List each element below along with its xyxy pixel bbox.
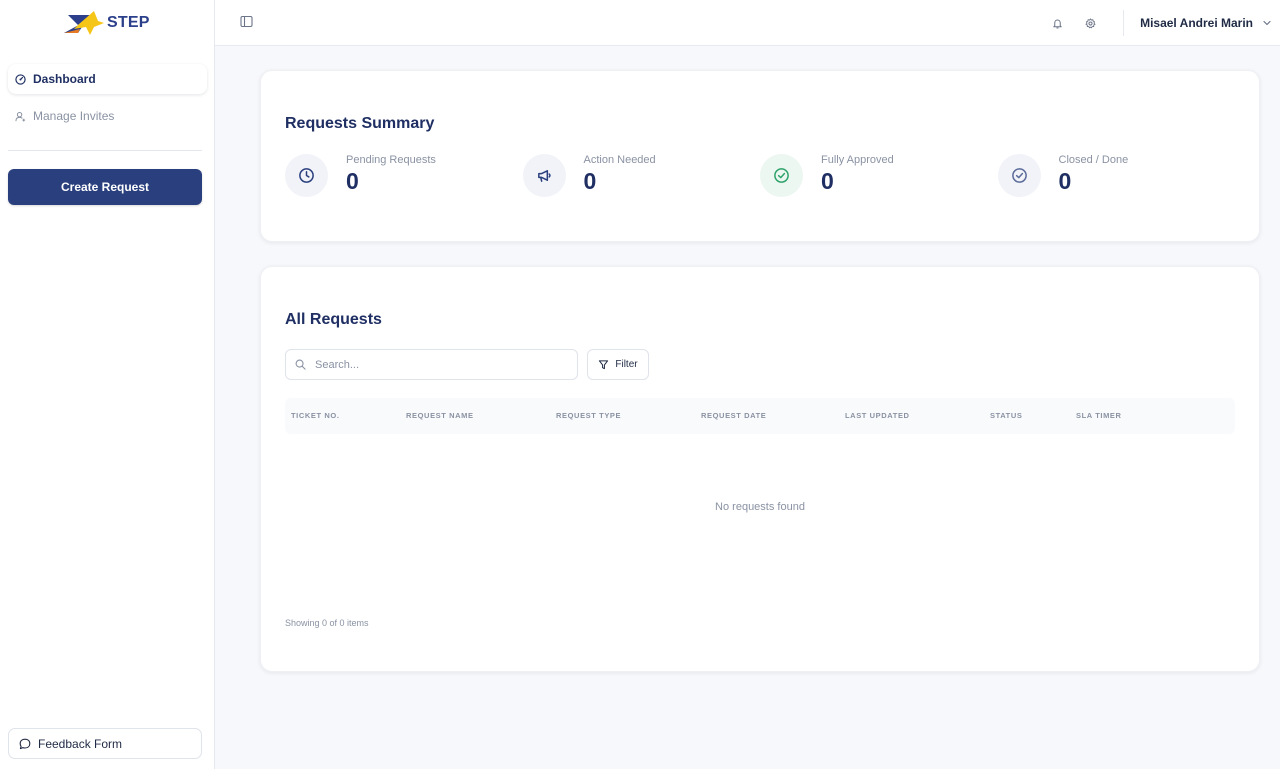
stat-action-needed: Action Needed 0 [522,154,761,197]
search-input[interactable] [315,358,555,371]
column-header-ticket-no[interactable]: TICKET NO. [291,411,340,420]
search-box [285,349,578,380]
feedback-form-button[interactable]: Feedback Form [8,728,202,759]
requests-table-header: TICKET NO. REQUEST NAME REQUEST TYPE REQ… [285,398,1235,434]
column-header-request-date[interactable]: REQUEST DATE [701,411,766,420]
main-area: Misael Andrei Marin Requests Summary Pen… [215,0,1280,769]
stat-label: Fully Approved [821,154,894,166]
stat-value: 0 [346,168,359,194]
filter-label: Filter [615,359,638,370]
stat-fully-approved: Fully Approved 0 [760,154,998,197]
clock-icon [299,168,314,183]
stat-text: Pending Requests 0 [346,154,436,195]
sidebar: STEP Dashboard Manage Invites Create Req… [0,0,215,769]
summary-stats: Pending Requests 0 Action Needed 0 Fully… [285,154,1235,197]
stat-value: 0 [583,168,597,194]
column-header-request-name[interactable]: REQUEST NAME [406,411,474,420]
chevron-down-icon [1263,20,1271,26]
filter-icon [599,360,609,370]
stat-text: Closed / Done 0 [1059,154,1129,195]
sidebar-item-dashboard[interactable]: Dashboard [8,64,207,94]
stat-label: Action Needed [583,154,656,166]
logo-text: STEP [107,14,150,31]
sidebar-item-label: Dashboard [33,72,96,86]
stat-icon-wrapper [522,154,566,197]
logo-emblem-icon [64,11,104,35]
chat-bubble-icon [19,738,31,749]
feedback-form-label: Feedback Form [38,736,123,751]
app-root: STEP Dashboard Manage Invites Create Req… [0,0,1280,769]
stat-closed-done: Closed / Done 0 [997,154,1236,197]
top-bar: Misael Andrei Marin [215,0,1280,46]
user-name: Misael Andrei Marin [1140,16,1253,30]
sidebar-toggle-button[interactable] [240,15,253,33]
stat-icon-wrapper [760,154,803,197]
stat-label: Pending Requests [346,154,436,166]
page-content: Requests Summary Pending Requests 0 Acti… [215,46,1280,672]
empty-state-message: No requests found [715,501,805,513]
gear-icon [1085,17,1096,28]
stat-label: Closed / Done [1058,154,1129,166]
sidebar-toggle-icon [240,15,253,28]
column-header-status[interactable]: STATUS [990,411,1023,420]
stat-pending-requests: Pending Requests 0 [285,154,523,197]
stat-text: Action Needed 0 [584,154,656,195]
sidebar-item-manage-invites[interactable]: Manage Invites [8,101,207,131]
column-header-request-type[interactable]: REQUEST TYPE [556,411,621,420]
create-request-button[interactable]: Create Request [8,169,202,205]
requests-summary-card: Requests Summary Pending Requests 0 Acti… [260,70,1260,242]
top-bar-actions: Misael Andrei Marin [1041,0,1280,46]
search-icon [295,359,306,370]
stat-value: 0 [821,168,834,194]
check-circle-icon [774,168,789,183]
stat-icon-wrapper [285,154,328,197]
sidebar-item-label: Manage Invites [33,109,115,123]
user-menu[interactable]: Misael Andrei Marin [1140,16,1280,30]
stat-icon-wrapper [997,154,1041,197]
column-header-last-updated[interactable]: LAST UPDATED [845,411,910,420]
logo-mark: STEP [64,11,150,35]
user-icon [15,111,26,122]
all-requests-card: All Requests Filter [260,266,1260,672]
column-header-sla-timer[interactable]: SLA TIMER [1076,411,1122,420]
filter-button[interactable]: Filter [587,349,649,380]
notifications-button[interactable] [1041,0,1074,46]
sidebar-divider [8,150,202,151]
settings-button[interactable] [1074,0,1107,46]
bell-icon [1053,19,1062,29]
top-bar-divider [1123,10,1125,36]
dashboard-icon [15,73,26,85]
requests-summary-title: Requests Summary [285,115,435,132]
sidebar-nav: Dashboard Manage Invites [0,46,214,131]
all-requests-title: All Requests [285,311,382,328]
pagination-summary: Showing 0 of 0 items [285,618,369,628]
logo[interactable]: STEP [0,0,214,46]
stat-value: 0 [1058,168,1072,194]
requests-toolbar: Filter [285,349,1235,380]
stat-text: Fully Approved 0 [821,154,894,195]
megaphone-icon [537,170,551,182]
check-circle-icon [1011,168,1027,183]
